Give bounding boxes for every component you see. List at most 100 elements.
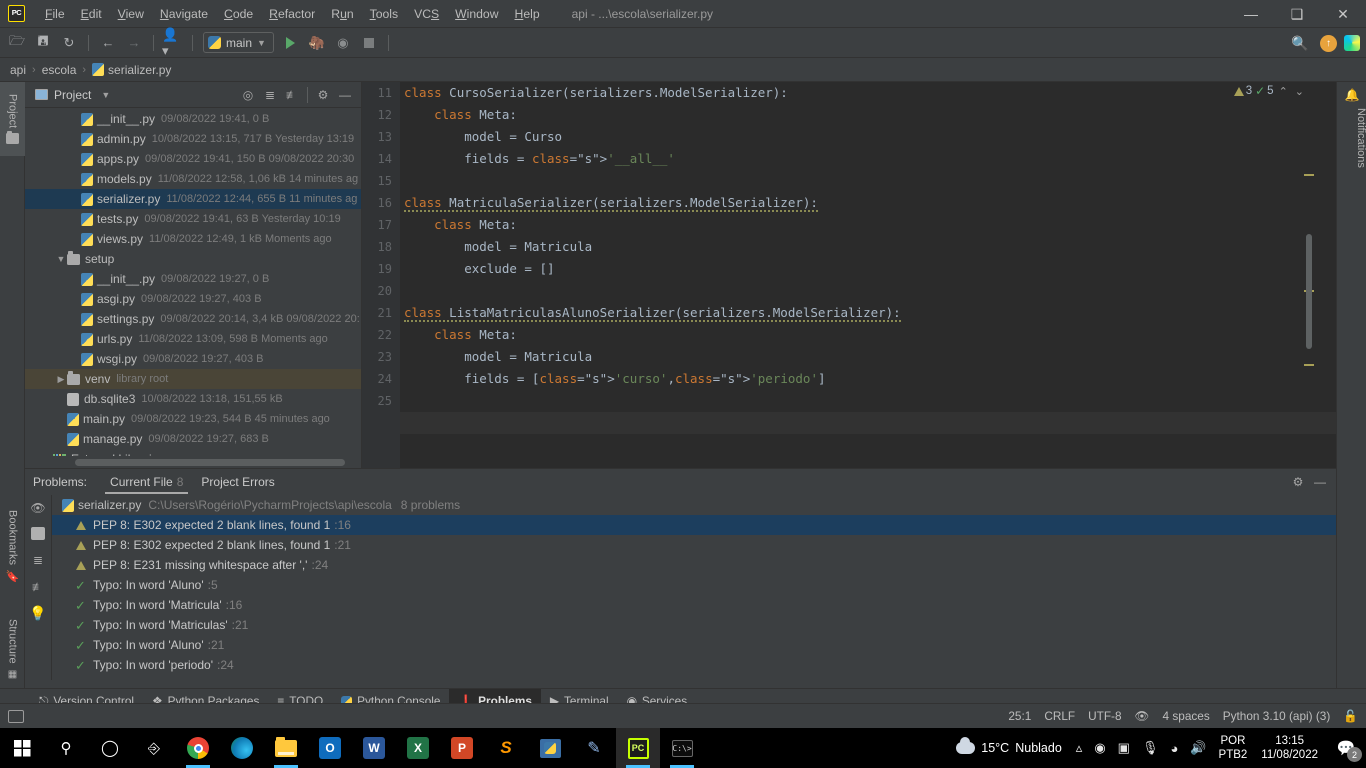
tree-item-venv[interactable]: ▶ venv library root — [25, 369, 361, 389]
chevron-down-icon[interactable]: ▼ — [101, 90, 110, 100]
menu-window[interactable]: Window — [447, 4, 506, 24]
problems-list[interactable]: serializer.py C:\Users\Rogério\PycharmPr… — [52, 495, 1336, 680]
code-line[interactable]: class Meta: — [400, 214, 1336, 236]
volume-icon[interactable]: 🔊 — [1184, 740, 1212, 756]
tree-item-manage-py[interactable]: manage.py 09/08/2022 19:27, 683 B — [25, 429, 361, 449]
thonny-icon[interactable] — [528, 728, 572, 768]
hide-panel-icon[interactable]: — — [335, 85, 355, 105]
language-indicator[interactable]: POR PTB2 — [1213, 734, 1254, 762]
code-line[interactable] — [400, 280, 1336, 302]
problem-item[interactable]: ✓ Typo: In word 'periodo':24 — [52, 655, 1336, 675]
chrome-icon[interactable] — [176, 728, 220, 768]
code-line[interactable] — [400, 170, 1336, 192]
back-arrow-icon[interactable]: ← — [97, 32, 119, 54]
locate-icon[interactable]: ◎ — [238, 85, 258, 105]
toggle-tool-windows-icon[interactable] — [8, 709, 24, 723]
start-windows-icon[interactable] — [0, 728, 44, 768]
search-icon[interactable]: 🔍 — [1289, 32, 1311, 54]
sublime-icon[interactable]: S — [484, 728, 528, 768]
wifi-icon[interactable]: ◕ — [1164, 741, 1184, 756]
open-editor-preview-icon[interactable] — [31, 527, 45, 540]
tree-item-views-py[interactable]: views.py 11/08/2022 12:49, 1 kB Moments a… — [25, 229, 361, 249]
quickfix-bulb-icon[interactable]: 💡 — [29, 605, 46, 621]
save-icon[interactable]: 🖪 — [32, 32, 54, 54]
tree-item-models-py[interactable]: models.py 11/08/2022 12:58, 1,06 kB 14 mi… — [25, 169, 361, 189]
indent-setting[interactable]: 4 spaces — [1163, 709, 1210, 723]
breadcrumb-item-api[interactable]: api — [10, 63, 26, 77]
code-line[interactable]: fields = class="s">'__all__' — [400, 148, 1336, 170]
breadcrumb-item-file[interactable]: serializer.py — [108, 63, 171, 77]
forward-arrow-icon[interactable]: → — [123, 32, 145, 54]
tree-item-admin-py[interactable]: admin.py 10/08/2022 13:15, 717 B Yesterda… — [25, 129, 361, 149]
problem-item[interactable]: ✓ Typo: In word 'Matriculas':21 — [52, 615, 1336, 635]
sidebar-tab-notifications[interactable]: Notifications — [1337, 108, 1366, 168]
menu-refactor[interactable]: Refactor — [261, 4, 323, 24]
code-line[interactable]: exclude = [] — [400, 258, 1336, 280]
problems-file-row[interactable]: serializer.py C:\Users\Rogério\PycharmPr… — [52, 495, 1336, 515]
run-with-coverage-button[interactable]: ◉ — [332, 32, 354, 54]
code-line[interactable]: model = Curso — [400, 126, 1336, 148]
minimize-button[interactable]: — — [1228, 0, 1274, 28]
problem-item[interactable]: PEP 8: E302 expected 2 blank lines, foun… — [52, 535, 1336, 555]
tree-item-serializer-py[interactable]: serializer.py 11/08/2022 12:44, 655 B 11 … — [25, 189, 361, 209]
file-encoding[interactable]: UTF-8 — [1088, 709, 1121, 723]
project-tree[interactable]: __init__.py 09/08/2022 19:41, 0 B admin.py… — [25, 109, 361, 456]
settings-gear-icon[interactable]: ⚙ — [1288, 472, 1308, 492]
project-horizontal-scrollbar[interactable] — [75, 459, 345, 466]
mic-off-icon[interactable]: 🎙 — [1136, 740, 1165, 756]
lock-icon[interactable]: 🔓 — [1343, 709, 1358, 723]
tree-item-external-libraries[interactable]: ▶ External Libraries — [25, 449, 361, 456]
sync-icon[interactable]: ↻ — [58, 32, 80, 54]
sidebar-tab-project[interactable]: Project — [0, 82, 25, 156]
code-line[interactable]: class Meta: — [400, 104, 1336, 126]
problem-item[interactable]: PEP 8: E231 missing whitespace after ','… — [52, 555, 1336, 575]
pycharm-icon[interactable]: PC — [616, 728, 660, 768]
chevron-down-icon[interactable]: ▼ — [55, 254, 67, 264]
sidebar-tab-structure[interactable]: Structure ▦ — [0, 602, 25, 697]
tab-current-file[interactable]: Current File 8 — [101, 471, 192, 494]
code-line[interactable]: class Meta: — [400, 324, 1336, 346]
expand-all-icon[interactable]: ≣ — [30, 552, 47, 567]
code-line[interactable]: model = Matricula — [400, 236, 1336, 258]
weather-widget[interactable]: 15°C Nublado — [948, 737, 1070, 755]
collapse-all-icon[interactable]: ≢ — [30, 579, 47, 594]
code-line[interactable]: class ListaMatriculasAlunoSerializer(ser… — [400, 302, 1336, 324]
problem-item[interactable]: ✓ Typo: In word 'Aluno':21 — [52, 635, 1336, 655]
command-prompt-icon[interactable]: C:\> — [660, 728, 704, 768]
problem-item[interactable]: PEP 8: E302 expected 2 blank lines, foun… — [52, 515, 1336, 535]
menu-code[interactable]: Code — [216, 4, 261, 24]
menu-view[interactable]: View — [110, 4, 152, 24]
update-icon[interactable]: ↑ — [1320, 34, 1337, 52]
tree-item--init-py[interactable]: __init__.py 09/08/2022 19:41, 0 B — [25, 109, 361, 129]
excel-icon[interactable]: X — [396, 728, 440, 768]
search-icon[interactable]: ⚲ — [44, 728, 88, 768]
snipping-tool-icon[interactable]: ✎ — [572, 728, 616, 768]
settings-gear-icon[interactable]: ⚙ — [313, 85, 333, 105]
open-folder-icon[interactable]: 🗁 — [6, 32, 28, 54]
editor-code-area[interactable]: class CursoSerializer(serializers.ModelS… — [400, 82, 1336, 468]
camera-icon[interactable]: ▣ — [1112, 740, 1136, 756]
menu-run[interactable]: Run — [323, 4, 361, 24]
code-line[interactable]: fields = [class="s">'curso',class="s">'p… — [400, 368, 1336, 390]
show-hidden-icons-chevron[interactable]: ▵ — [1070, 740, 1089, 756]
inspection-typo-count[interactable]: ✓ 5 — [1255, 84, 1273, 98]
outlook-icon[interactable]: O — [308, 728, 352, 768]
expand-all-icon[interactable]: ≣ — [260, 85, 280, 105]
run-button[interactable] — [280, 32, 302, 54]
maximize-button[interactable]: ❑ — [1274, 0, 1320, 28]
menu-edit[interactable]: Edit — [73, 4, 110, 24]
powerpoint-icon[interactable]: P — [440, 728, 484, 768]
sidebar-tab-bookmarks[interactable]: Bookmarks 🔖 — [0, 497, 25, 597]
tree-item-main-py[interactable]: main.py 09/08/2022 19:23, 544 B 45 minute… — [25, 409, 361, 429]
user-dropdown-icon[interactable]: 👤▾ — [162, 27, 184, 58]
menu-help[interactable]: Help — [507, 4, 548, 24]
word-icon[interactable]: W — [352, 728, 396, 768]
code-line[interactable]: class CursoSerializer(serializers.ModelS… — [400, 82, 1336, 104]
tab-project-errors[interactable]: Project Errors — [192, 471, 283, 494]
tree-item-tests-py[interactable]: tests.py 09/08/2022 19:41, 63 B Yesterday… — [25, 209, 361, 229]
collapse-all-icon[interactable]: ≢ — [282, 85, 302, 105]
problem-item[interactable]: ✓ Typo: In word 'Aluno':5 — [52, 575, 1336, 595]
tree-item-wsgi-py[interactable]: wsgi.py 09/08/2022 19:27, 403 B — [25, 349, 361, 369]
edge-icon[interactable] — [220, 728, 264, 768]
ide-services-icon[interactable] — [1344, 35, 1360, 51]
